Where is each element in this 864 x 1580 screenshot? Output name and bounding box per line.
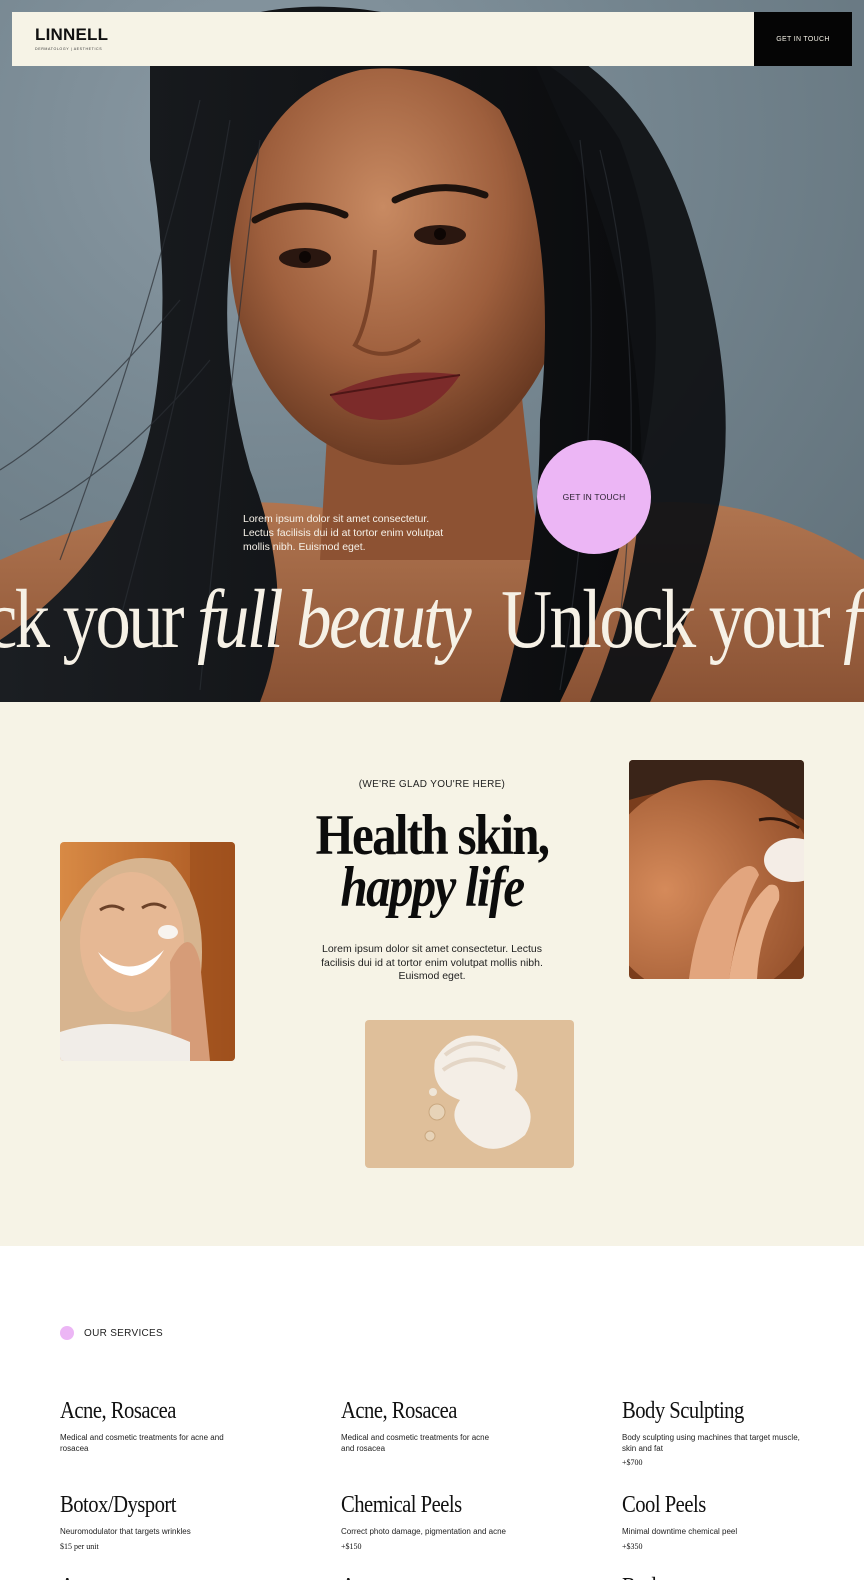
service-next-row-peek: Acne, Rosacea <box>341 1574 431 1580</box>
hero-marquee: ck your full beauty Unlock your f <box>0 572 863 668</box>
service-title-peek: Acne, Rosacea <box>60 1574 137 1580</box>
header-get-in-touch-button[interactable]: GET IN TOUCH <box>754 12 852 66</box>
service-item[interactable]: Acne, Rosacea Medical and cosmetic treat… <box>341 1398 501 1454</box>
service-description: Neuromodulator that targets wrinkles <box>60 1527 191 1536</box>
pink-dot-icon <box>60 1326 74 1340</box>
service-description: Minimal downtime chemical peel <box>622 1527 738 1536</box>
service-title: Acne, Rosacea <box>341 1398 457 1424</box>
service-price: +$700 <box>622 1458 643 1467</box>
marquee-text-2: Unlock your <box>501 573 844 666</box>
service-title-peek: Body Sculpting <box>622 1574 699 1580</box>
service-item[interactable]: Cool Peels Minimal downtime chemical pee… <box>622 1492 802 1551</box>
service-price: $15 per unit <box>60 1541 99 1551</box>
hero-get-in-touch-button[interactable]: GET IN TOUCH <box>537 440 651 554</box>
service-description: Medical and cosmetic treatments for acne… <box>60 1433 224 1453</box>
service-price: +$150 <box>341 1541 362 1551</box>
site-header: LINNELL DERMATOLOGY | AESTHETICS GET IN … <box>12 12 852 66</box>
brand-tagline: DERMATOLOGY | AESTHETICS <box>35 47 103 51</box>
services-section: OUR SERVICES Acne, Rosacea Medical and c… <box>0 1246 864 1580</box>
service-description: Medical and cosmetic treatments for acne… <box>341 1433 490 1453</box>
service-item[interactable]: Botox/Dysport Neuromodulator that target… <box>60 1492 240 1551</box>
smiling-woman-image <box>60 842 235 1061</box>
cream-swatch-image <box>365 1020 574 1168</box>
intro-section: (WE'RE GLAD YOU'RE HERE) Health skin, ha… <box>0 702 864 1246</box>
hero-description: Lorem ipsum dolor sit amet consectetur. … <box>243 513 444 553</box>
service-description: Body sculpting using machines that targe… <box>622 1433 800 1453</box>
service-price: +$350 <box>622 1541 643 1551</box>
service-title: Cool Peels <box>622 1492 706 1518</box>
marquee-italic-2: f <box>843 573 863 666</box>
service-next-row-peek: Acne, Rosacea <box>60 1574 150 1580</box>
service-description: Correct photo damage, pigmentation and a… <box>341 1527 506 1536</box>
service-title-peek: Acne, Rosacea <box>341 1574 418 1580</box>
service-title: Botox/Dysport <box>60 1492 177 1518</box>
intro-description: Lorem ipsum dolor sit amet consectetur. … <box>321 943 543 982</box>
service-title: Body Sculpting <box>622 1398 744 1424</box>
service-title: Chemical Peels <box>341 1492 462 1518</box>
service-next-row-peek: Body Sculpting <box>622 1574 712 1580</box>
marquee-text-1: ck your <box>0 573 198 666</box>
service-item[interactable]: Acne, Rosacea Medical and cosmetic treat… <box>60 1398 240 1454</box>
service-title: Acne, Rosacea <box>60 1398 176 1424</box>
brand-name: LINNELL <box>35 25 109 44</box>
brand-logo[interactable]: LINNELL DERMATOLOGY | AESTHETICS <box>12 26 108 52</box>
skincare-woman-image <box>629 760 804 979</box>
service-item[interactable]: Body Sculpting Body sculpting using mach… <box>622 1398 802 1467</box>
service-item[interactable]: Chemical Peels Correct photo damage, pig… <box>341 1492 521 1551</box>
services-label-text: OUR SERVICES <box>84 1327 163 1339</box>
marquee-italic-1: full beauty <box>197 573 472 666</box>
services-label: OUR SERVICES <box>60 1326 163 1340</box>
hero-section: LINNELL DERMATOLOGY | AESTHETICS GET IN … <box>0 0 864 702</box>
